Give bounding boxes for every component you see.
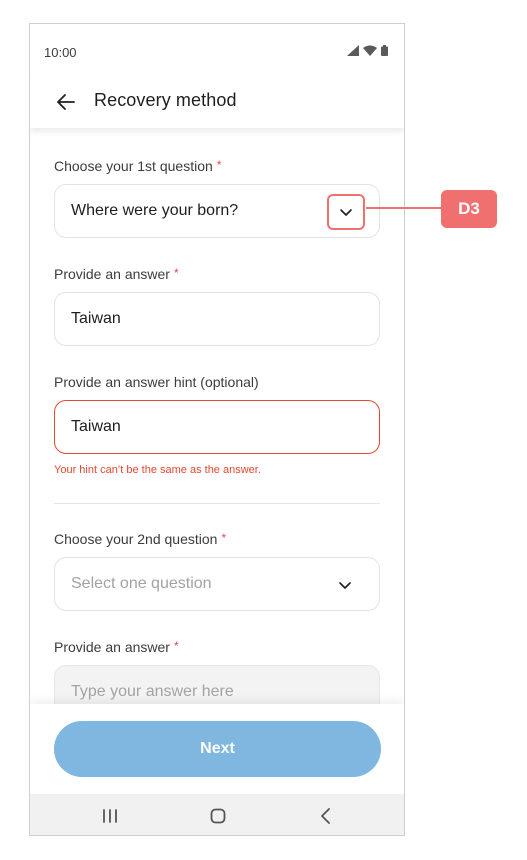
wifi-icon (363, 45, 377, 56)
back-button[interactable] (54, 90, 78, 114)
hint1-label: Provide an answer hint (optional) (54, 374, 259, 390)
chevron-down-icon (340, 209, 352, 216)
required-mark: * (173, 266, 179, 280)
required-mark: * (216, 158, 222, 172)
answer1-input[interactable]: Taiwan (54, 292, 380, 346)
answer1-input-value: Taiwan (71, 310, 121, 327)
status-icons (347, 45, 388, 56)
q1-select[interactable]: Where were your born? (54, 184, 380, 238)
annotation-badge: D3 (441, 190, 497, 228)
annotation-connector (366, 207, 442, 209)
next-button[interactable]: Next (54, 721, 381, 777)
system-back-button[interactable] (314, 804, 338, 828)
arrow-left-icon (57, 94, 75, 110)
footer-bar: Next (30, 704, 404, 794)
q1-dropdown-toggle[interactable] (327, 194, 365, 230)
q1-select-value: Where were your born? (71, 202, 239, 219)
app-header: Recovery method (30, 80, 404, 128)
page-title: Recovery method (94, 90, 237, 110)
answer2-label: Provide an answer * (54, 639, 179, 655)
q1-label-text: Choose your 1st question (54, 158, 213, 174)
status-bar: 10:00 (30, 24, 404, 80)
answer1-label: Provide an answer * (54, 266, 179, 282)
hint1-label-text: Provide an answer hint (optional) (54, 374, 259, 390)
q1-label: Choose your 1st question * (54, 158, 221, 174)
android-nav-bar (30, 794, 404, 835)
recent-apps-icon (103, 809, 117, 823)
answer2-input-placeholder: Type your answer here (71, 683, 234, 700)
status-time: 10:00 (44, 45, 77, 60)
recent-apps-button[interactable] (98, 804, 122, 828)
phone-frame: 10:00 Recovery method Choose your 1st qu… (29, 23, 405, 836)
home-icon (210, 808, 226, 824)
form-content: Choose your 1st question * Where were you… (30, 128, 404, 728)
required-mark: * (221, 531, 227, 545)
answer1-label-text: Provide an answer (54, 266, 170, 282)
q2-label: Choose your 2nd question * (54, 531, 226, 547)
section-divider (54, 503, 380, 504)
chevron-down-icon[interactable] (335, 575, 355, 595)
required-mark: * (173, 639, 179, 653)
battery-icon (381, 45, 388, 56)
q2-select[interactable]: Select one question (54, 557, 380, 611)
q2-label-text: Choose your 2nd question (54, 531, 218, 547)
hint1-error-message: Your hint can’t be the same as the answe… (54, 464, 261, 476)
signal-icon (347, 45, 359, 56)
home-button[interactable] (206, 804, 230, 828)
q2-select-placeholder: Select one question (71, 575, 212, 592)
hint1-input-value: Taiwan (71, 418, 121, 435)
answer2-label-text: Provide an answer (54, 639, 170, 655)
chevron-left-icon (321, 808, 330, 824)
hint1-input[interactable]: Taiwan (54, 400, 380, 454)
